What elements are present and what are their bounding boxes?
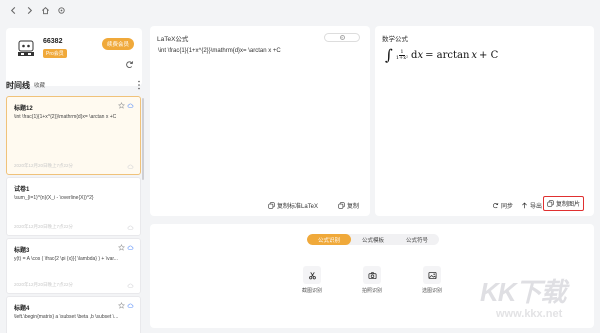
star-icon[interactable] [118,302,125,309]
image-icon [427,271,437,279]
copy-button[interactable]: 复制 [338,201,359,210]
copy-icon [338,202,345,209]
renew-membership-button[interactable]: 续费会员 [101,38,134,50]
copy-label: 复制 [347,204,360,210]
photo-recognition-button[interactable]: 拍照识别 [354,266,390,294]
sidebar: 66382 Pro会员 续费会员 时间线 收藏 标题12 \int \frac{… [0,20,146,333]
timeline-item[interactable]: 标题3 y(t) = A \cos ( \frac{2 \pi {x}}{ \l… [6,238,141,294]
copy-standard-latex-label: 复制标准LaTeX [277,204,319,210]
math-panel-title: 数学公式 [382,36,408,43]
formula-rhs: = arctan [425,49,470,61]
more-vertical-icon[interactable] [137,80,141,90]
image-recognition-button[interactable]: 选图识别 [414,266,450,294]
tab-formula-symbols[interactable]: 公式符号 [395,234,439,245]
watermark: KK下载 www.kkx.net [480,272,590,328]
screenshot-recognition-label: 截图识别 [301,288,322,294]
home-button[interactable] [38,3,52,17]
mode-tabs: 公式识别 公式模板 公式符号 [307,234,439,245]
user-id: 66382 [43,38,63,45]
vip-badge: Pro会员 [43,49,67,58]
timeline-title: 时间线 [6,80,30,90]
title-bar [0,0,600,20]
tab-formula-templates[interactable]: 公式模板 [351,234,395,245]
watermark-url: www.kkx.net [496,308,563,320]
timeline-item-date: 2020年12月20日晚上7点22分 [14,224,74,229]
avatar[interactable] [15,37,37,59]
watermark-text: KK下载 [480,277,567,307]
timeline-item-title: 标题12 [14,106,33,112]
sync-icon [492,202,499,209]
photo-recognition-label: 拍照识别 [361,288,382,294]
cloud-icon[interactable] [127,244,134,251]
rendered-formula: ∫ 1 1+x² dx = arctan x + C [385,46,499,64]
latex-panel-title: LaTeX公式 [157,36,189,43]
timeline-item-code: \left.\begin{matrix} a \subset \beta ,b … [14,314,119,320]
timeline-item-date: 2020年12月20日晚上7点22分 [14,163,74,168]
cloud-icon[interactable] [127,102,134,109]
latex-panel: LaTeX公式 + \int \frac{1}{1+x^{2}}\mathrm{… [150,26,370,216]
star-icon[interactable] [118,244,125,251]
settings-button[interactable] [54,3,68,17]
sidebar-scrollbar[interactable] [142,98,144,180]
cloud-icon [127,164,134,169]
copy-image-label: 复制图片 [556,202,581,208]
star-icon[interactable] [118,102,125,109]
tab-formula-recognition[interactable]: 公式识别 [307,234,351,245]
timeline-item-title: 试卷1 [14,187,30,193]
chevron-left-icon [10,6,15,14]
math-panel: 数学公式 ∫ 1 1+x² dx = arctan x + C 同步 导出 复制图… [375,26,594,216]
timeline-item[interactable]: 试卷1 \sum_{i=1}^{n}(X_i - \overline{X})^2… [6,177,141,236]
copy-standard-latex-button[interactable]: 复制标准LaTeX [268,201,318,210]
clear-icon: + [339,35,345,40]
back-button[interactable] [6,3,20,17]
cloud-icon [127,225,134,230]
timeline-item-title: 标题4 [14,306,30,312]
export-button[interactable]: 导出 [521,201,542,210]
forward-button[interactable] [22,3,36,17]
timeline-item-code: \int \frac{1}{1+x^{2}}\mathrm{d}x= \arct… [14,114,117,120]
timeline-item-title: 标题3 [14,248,30,254]
home-icon [41,6,49,14]
timeline-header: 时间线 收藏 [6,78,142,92]
sync-label: 同步 [501,204,514,210]
camera-icon [367,271,377,279]
export-label: 导出 [530,204,543,210]
copy-icon [268,202,275,209]
settings-icon [57,6,65,14]
latex-options-toggle[interactable]: + [324,33,360,42]
timeline-item-code: \sum_{i=1}^{n}(X_i - \overline{X})^2} [14,195,94,201]
image-recognition-label: 选图识别 [421,288,442,294]
timeline-item-code: y(t) = A \cos ( \frac{2 \pi {x}}{ \lambd… [14,256,118,262]
scissors-icon [308,271,316,279]
timeline-item[interactable]: 标题4 \left.\begin{matrix} a \subset \beta… [6,296,141,333]
formula-constant: + C [479,49,499,61]
refresh-icon[interactable] [125,60,134,69]
sync-button[interactable]: 同步 [492,201,513,210]
arrow-up-icon [522,202,527,209]
timeline-item-date: 2020年12月20日晚上7点22分 [14,282,74,287]
timeline-item[interactable]: 标题12 \int \frac{1}{1+x^{2}}\mathrm{d}x= … [6,96,141,175]
latex-editor[interactable]: \int \frac{1}{1+x^{2}}\mathrm{d}x= \arct… [158,48,281,54]
cloud-icon[interactable] [127,302,134,309]
screenshot-recognition-button[interactable]: 截图识别 [294,266,330,294]
cloud-icon [127,283,134,288]
copy-icon [547,200,554,207]
chevron-right-icon [27,6,32,14]
favorites-filter[interactable]: 收藏 [34,81,45,89]
copy-image-button[interactable]: 复制图片 [543,196,585,211]
